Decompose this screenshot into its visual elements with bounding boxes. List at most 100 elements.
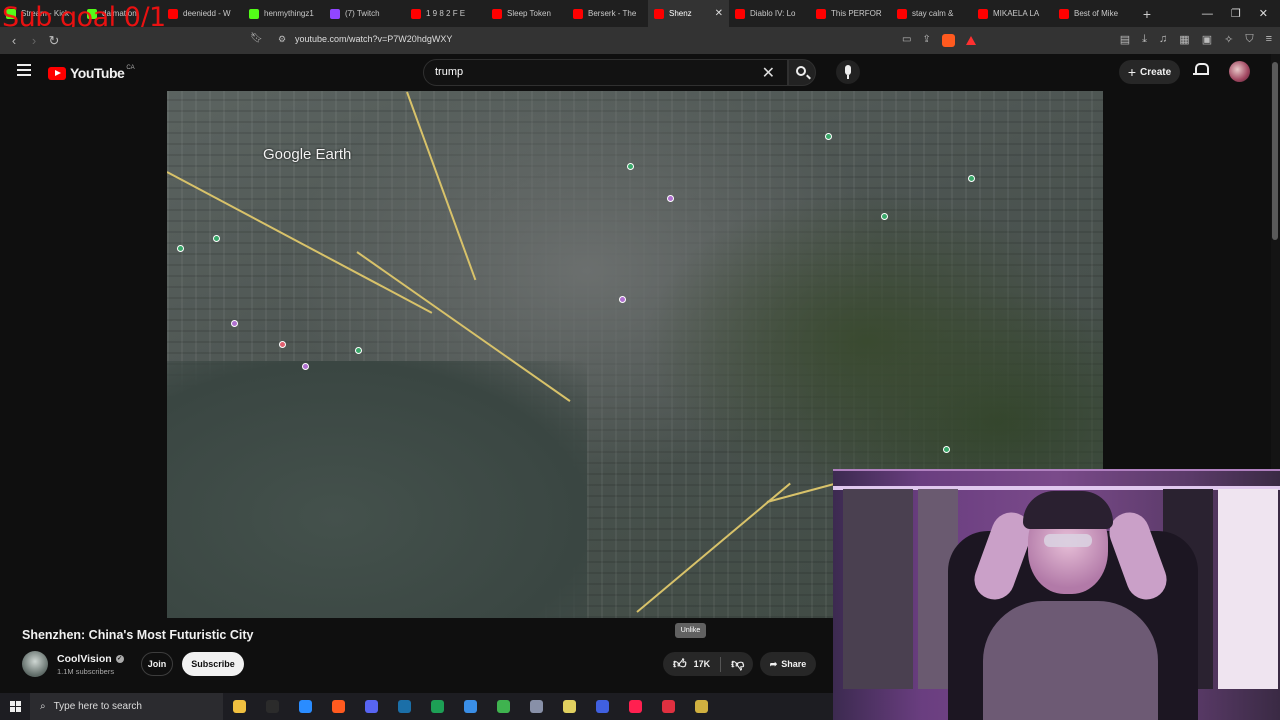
steam-icon[interactable] [388, 693, 421, 720]
download-icon[interactable]: ⤓ [1142, 33, 1147, 46]
obs-icon[interactable] [289, 693, 322, 720]
forward-icon[interactable]: › [24, 33, 44, 48]
tab-favicon-icon [411, 8, 421, 19]
notes-icon[interactable] [685, 693, 718, 720]
media-app-icon[interactable] [652, 693, 685, 720]
map-pin [667, 195, 674, 202]
shield-app-icon[interactable] [520, 693, 553, 720]
search-button[interactable] [788, 59, 816, 86]
youtube-logo[interactable]: YouTube CA [48, 65, 135, 81]
media-app-icon-glyph [662, 700, 675, 713]
create-button[interactable]: + Create [1119, 60, 1180, 84]
epic-games-icon[interactable] [256, 693, 289, 720]
file-icon-glyph [563, 700, 576, 713]
browser-tab[interactable]: Shenz ✕ [648, 0, 729, 27]
taskbar-search-placeholder: Type here to search [53, 701, 142, 712]
notepad-icon[interactable] [454, 693, 487, 720]
discord-icon-glyph [365, 700, 378, 713]
bay-water [167, 361, 587, 618]
search-input[interactable]: trump ✕ [423, 59, 788, 86]
address-bar-row: ‹ › ↻ 🔖︎ ⚙ youtube.com/watch?v=P7W20hdgW… [0, 27, 1280, 54]
sidebar-toggle-icon[interactable]: ▤ [1120, 33, 1130, 46]
tab-favicon-icon [978, 8, 988, 19]
xbox-icon[interactable] [487, 693, 520, 720]
notifications-bell-icon[interactable] [1193, 63, 1209, 77]
hanging-clothes [1218, 489, 1278, 689]
channel-name[interactable]: CoolVision [57, 653, 112, 665]
tab-favicon-icon [168, 8, 178, 19]
minimize-icon[interactable]: — [1202, 8, 1213, 20]
bookmark-icon[interactable]: 🔖︎ [250, 33, 263, 44]
excel-icon[interactable] [421, 693, 454, 720]
back-icon[interactable]: ‹ [4, 33, 24, 48]
taskbar-search[interactable]: ⌕ Type here to search [30, 693, 223, 720]
close-tab-icon[interactable]: ✕ [715, 8, 723, 19]
browser-tab[interactable]: Berserk - The [567, 0, 648, 27]
discord-icon[interactable] [355, 693, 388, 720]
address-actions: ▭ ⇪ [902, 34, 976, 47]
scrollbar-thumb[interactable] [1272, 62, 1278, 240]
guide-menu-icon[interactable] [17, 64, 31, 76]
brave-shields-icon[interactable] [941, 34, 955, 47]
music-icon[interactable]: ♫ [1159, 33, 1167, 46]
streamer-body [983, 601, 1158, 720]
file-icon[interactable] [553, 693, 586, 720]
brave-rewards-icon[interactable] [965, 36, 976, 45]
extension-icon[interactable]: ✧ [1224, 33, 1233, 46]
voice-search-icon[interactable] [836, 60, 860, 84]
browser-tab[interactable]: (7) Twitch [324, 0, 405, 27]
join-button[interactable]: Join [141, 652, 173, 676]
browser-tab[interactable]: stay calm & [891, 0, 972, 27]
like-count[interactable]: 17K [694, 659, 711, 669]
create-label: Create [1140, 66, 1172, 78]
chat-app-icon[interactable] [586, 693, 619, 720]
url-field[interactable]: youtube.com/watch?v=P7W20hdgWXY [295, 34, 452, 44]
reader-icon[interactable]: ▦ [1179, 33, 1189, 46]
site-info-icon[interactable]: ⚙ [278, 34, 286, 45]
map-pin [279, 341, 286, 348]
browser-tab[interactable]: Best of Mike [1053, 0, 1134, 27]
subscribe-button[interactable]: Subscribe [182, 652, 244, 676]
brave-icon[interactable] [322, 693, 355, 720]
share-page-icon[interactable]: ⇪ [922, 34, 930, 47]
restore-icon[interactable]: ❐ [1231, 7, 1241, 20]
browser-tab[interactable]: Diablo IV: Lo [729, 0, 810, 27]
like-dislike-bar: 👍︎ 17K 👎︎ [663, 652, 753, 676]
start-button[interactable] [0, 693, 30, 720]
vpn-icon[interactable]: ⛉ [1245, 33, 1253, 46]
epic-games-icon-glyph [266, 700, 279, 713]
map-pin [627, 163, 634, 170]
like-divider [720, 656, 722, 672]
plus-icon: + [1127, 64, 1137, 80]
tab-favicon-icon [249, 8, 259, 19]
map-pin [177, 245, 184, 252]
file-explorer-icon[interactable] [223, 693, 256, 720]
close-window-icon[interactable]: ✕ [1259, 7, 1268, 20]
account-avatar[interactable] [1229, 61, 1250, 82]
map-pin [355, 347, 362, 354]
browser-tab[interactable]: henmythingz1 [243, 0, 324, 27]
wallet-icon[interactable]: ▣ [1202, 33, 1212, 46]
toolbar-icons: ▤ ⤓ ♫ ▦ ▣ ✧ ⛉ ≡ [1120, 33, 1272, 46]
tab-favicon-icon [735, 8, 745, 19]
dislike-thumb-icon[interactable]: 👎︎ [731, 656, 744, 672]
clear-search-icon[interactable]: ✕ [762, 63, 775, 83]
share-button[interactable]: ➦ Share [760, 652, 816, 676]
browser-tab[interactable]: deeniedd - W [162, 0, 243, 27]
channel-avatar[interactable] [22, 651, 48, 677]
new-tab-button[interactable]: + [1134, 6, 1160, 22]
cast-icon[interactable]: ▭ [902, 34, 911, 47]
tab-label: MIKAELA LA [993, 9, 1040, 18]
streamer-webcam [833, 469, 1280, 720]
notes-icon-glyph [695, 700, 708, 713]
tab-label: Sleep Token [507, 9, 551, 18]
reload-icon[interactable]: ↻ [44, 33, 64, 49]
tiktok-icon[interactable] [619, 693, 652, 720]
channel-name-row[interactable]: CoolVision ✓ [57, 653, 124, 665]
like-thumb-icon[interactable]: 👍︎ [663, 656, 687, 672]
browser-tab[interactable]: This PERFOR [810, 0, 891, 27]
browser-tab[interactable]: MIKAELA LA [972, 0, 1053, 27]
browser-tab[interactable]: Sleep Token [486, 0, 567, 27]
browser-tab[interactable]: 1 9 8 2 F E [405, 0, 486, 27]
menu-icon[interactable]: ≡ [1266, 33, 1272, 46]
